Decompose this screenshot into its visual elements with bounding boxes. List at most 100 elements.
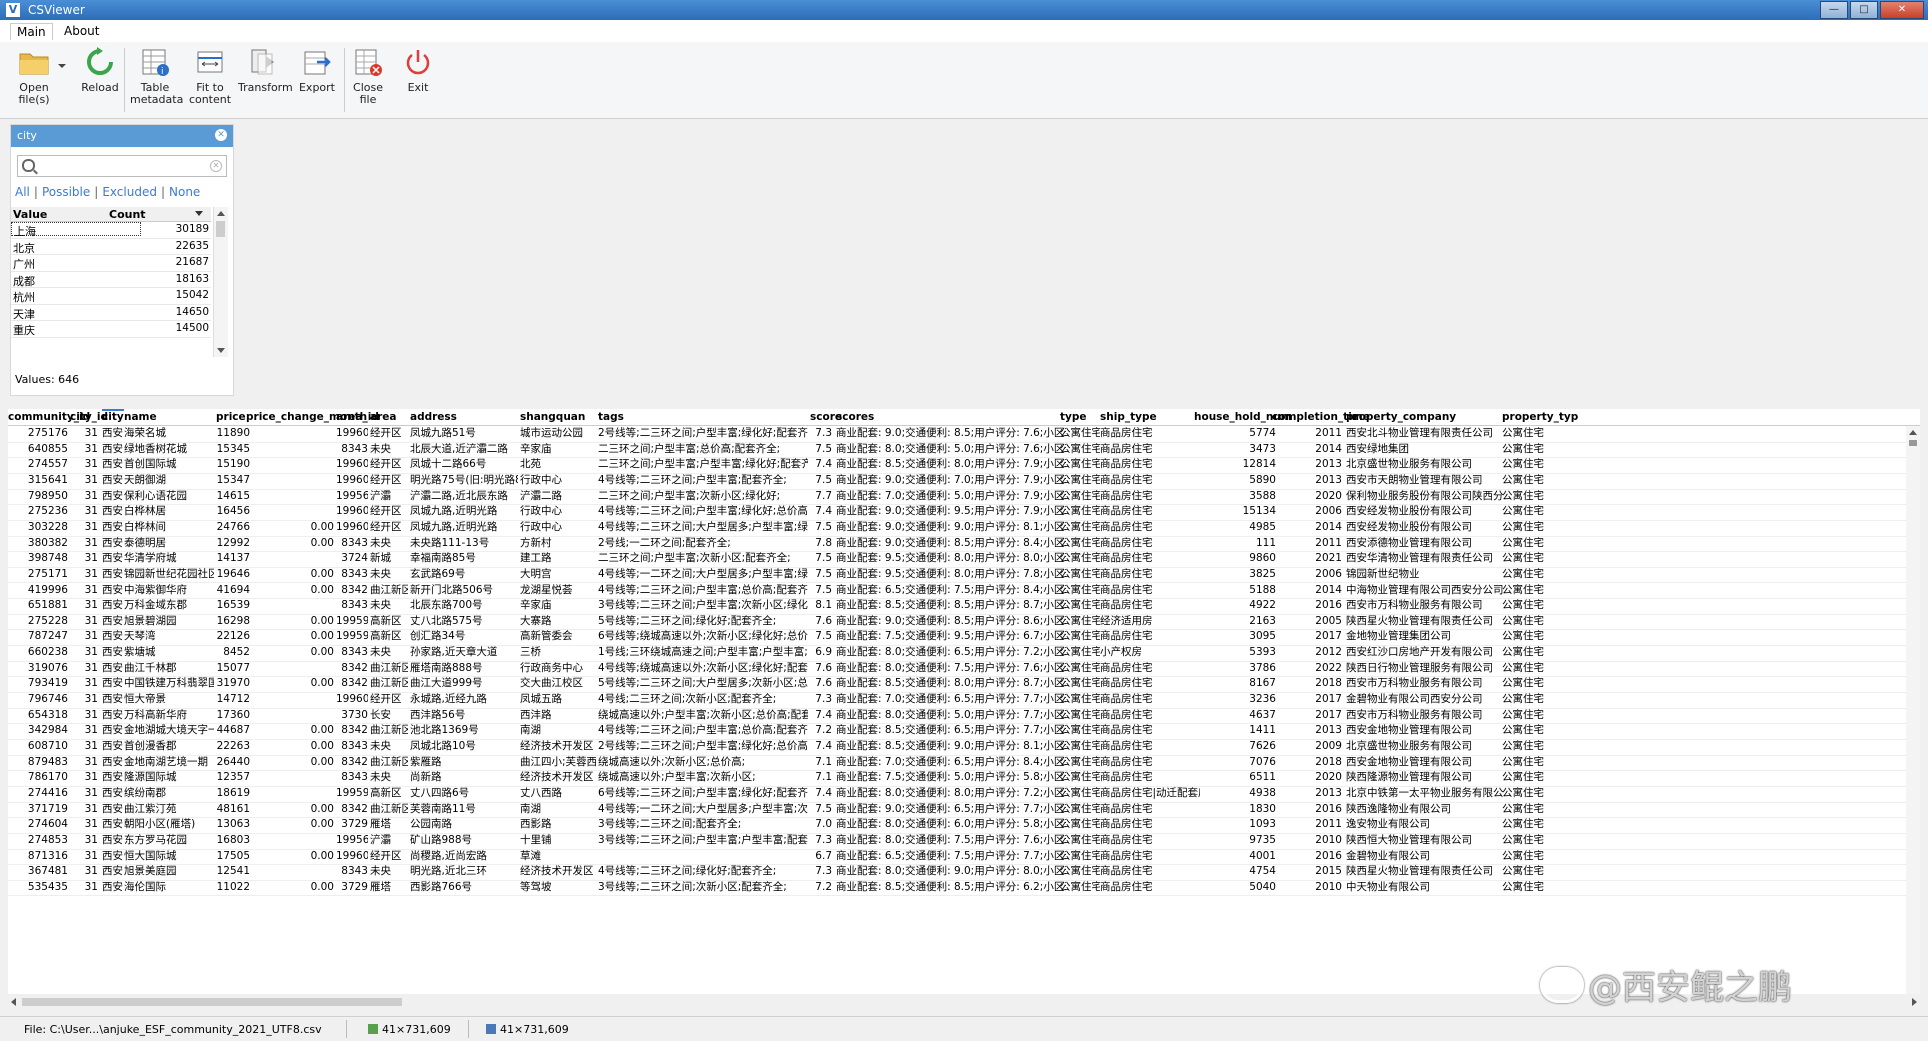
cell-city-id[interactable]: 31 — [70, 552, 98, 565]
cell-name[interactable]: 缤纷南郡 — [124, 787, 214, 800]
table-row[interactable]: 654318 31 西安 万科高新华府 17360 3730 长安 西沣路56号 西沣路 绕城高速… — [8, 708, 1920, 725]
cell-ship-type[interactable]: 商品房住宅 — [1100, 490, 1200, 503]
menu-about[interactable]: About — [58, 23, 105, 39]
cell-house-hold-num[interactable]: 9860 — [1194, 552, 1276, 565]
cell-city-id[interactable]: 31 — [70, 740, 98, 753]
cell-score[interactable]: 7.4 — [810, 787, 832, 800]
cell-ship-type[interactable]: 商品房住宅 — [1100, 474, 1200, 487]
filter-link-excluded[interactable]: Excluded — [102, 185, 157, 199]
open-files-button[interactable]: Open file(s) — [12, 44, 56, 106]
cell-name[interactable]: 旭景美庭园 — [124, 865, 214, 878]
cell-area-id[interactable]: 19960 — [336, 521, 368, 534]
cell-score[interactable]: 7.1 — [810, 771, 832, 784]
cell-house-hold-num[interactable]: 3236 — [1194, 693, 1276, 706]
cell-area[interactable]: 浐灞 — [370, 834, 408, 847]
cell-area[interactable]: 雁塔 — [370, 818, 408, 831]
cell-property-company[interactable]: 保利物业服务股份有限公司陕西分公司 — [1346, 490, 1504, 503]
cell-house-hold-num[interactable]: 9735 — [1194, 834, 1276, 847]
cell-house-hold-num[interactable]: 1411 — [1194, 724, 1276, 737]
cell-price-change-month[interactable]: 0.00 — [252, 537, 334, 550]
cell-tags[interactable]: 4号线等;二三环之间;绿化好;配套齐全; — [598, 865, 808, 878]
cell-tags[interactable]: 4号线等;绕城高速以外;次新小区;绿化好;配套齐全; — [598, 662, 808, 675]
cell-address[interactable]: 芙蓉南路11号 — [410, 803, 518, 816]
cell-score[interactable]: 7.5 — [810, 443, 832, 456]
cell-community-id[interactable]: 608710 — [8, 740, 68, 753]
cell-city-id[interactable]: 31 — [70, 458, 98, 471]
cell-tags[interactable]: 二三环之间;户型丰富;户型丰富;绿化好;配套齐全; — [598, 458, 808, 471]
cell-city[interactable]: 西安 — [102, 490, 124, 503]
cell-type[interactable]: 公寓住宅 — [1060, 850, 1100, 863]
cell-completion-time[interactable]: 2022 — [1278, 662, 1342, 675]
scroll-up-icon[interactable] — [1909, 430, 1917, 435]
cell-community-id[interactable]: 275236 — [8, 505, 68, 518]
cell-ship-type[interactable]: 商品房住宅 — [1100, 834, 1200, 847]
cell-completion-time[interactable]: 2012 — [1278, 646, 1342, 659]
cell-scores[interactable]: 商业配套: 8.5;交通便利: 9.0;用户评分: 8.1;小区环境: 7.0 — [836, 740, 1066, 753]
transform-button[interactable]: Transform — [238, 44, 293, 94]
cell-shangquan[interactable]: 三桥 — [520, 646, 596, 659]
cell-ship-type[interactable]: 商品房住宅 — [1100, 803, 1200, 816]
cell-city[interactable]: 西安 — [102, 787, 124, 800]
cell-shangquan[interactable]: 草滩 — [520, 850, 596, 863]
cell-tags[interactable]: 二三环之间;户型丰富;次新小区;绿化好; — [598, 490, 808, 503]
cell-property-company[interactable]: 西安市万科物业服务有限公司 — [1346, 677, 1504, 690]
cell-name[interactable]: 旭景碧湖园 — [124, 615, 214, 628]
cell-ship-type[interactable]: 商品房住宅 — [1100, 458, 1200, 471]
cell-ship-type[interactable]: 商品房住宅 — [1100, 505, 1200, 518]
cell-area[interactable]: 高新区 — [370, 630, 408, 643]
cell-type[interactable]: 公寓住宅 — [1060, 771, 1100, 784]
filter-search-input[interactable]: ✕ — [17, 155, 227, 177]
cell-property-company[interactable]: 金地物业管理集团公司 — [1346, 630, 1504, 643]
cell-area[interactable]: 未央 — [370, 443, 408, 456]
cell-score[interactable]: 7.4 — [810, 458, 832, 471]
cell-address[interactable]: 凤城九路51号 — [410, 427, 518, 440]
cell-type[interactable]: 公寓住宅 — [1060, 865, 1100, 878]
cell-tags[interactable]: 4号线等;二三环之间;大户型居多;户型丰富;绿化好;... — [598, 521, 808, 534]
scroll-thumb[interactable] — [1909, 440, 1917, 446]
cell-completion-time[interactable]: 2011 — [1278, 818, 1342, 831]
cell-address[interactable]: 尚新路 — [410, 771, 518, 784]
cell-area[interactable]: 经开区 — [370, 521, 408, 534]
cell-name[interactable]: 中海紫御华府 — [124, 584, 214, 597]
cell-property-typ[interactable]: 公寓住宅 — [1502, 787, 1562, 800]
cell-price[interactable]: 14137 — [216, 552, 250, 565]
cell-type[interactable]: 公寓住宅 — [1060, 740, 1100, 753]
cell-scores[interactable]: 商业配套: 9.0;交通便利: 8.5;用户评分: 7.6;小区环境: 6.5 — [836, 427, 1066, 440]
cell-type[interactable]: 公寓住宅 — [1060, 803, 1100, 816]
cell-scores[interactable]: 商业配套: 9.0;交通便利: 6.5;用户评分: 7.7;小区环境: 7.0 — [836, 803, 1066, 816]
cell-ship-type[interactable]: 商品房住宅 — [1100, 630, 1200, 643]
column-header-area[interactable]: area — [370, 411, 396, 423]
column-header-shangquan[interactable]: shangquan — [520, 411, 585, 423]
cell-property-typ[interactable]: 公寓住宅 — [1502, 803, 1562, 816]
filter-value-row[interactable]: 北京 22635 — [11, 239, 211, 255]
column-header-scores[interactable]: scores — [836, 411, 874, 423]
cell-price[interactable]: 41694 — [216, 584, 250, 597]
cell-score[interactable]: 7.0 — [810, 818, 832, 831]
close-filter-icon[interactable]: ✕ — [215, 129, 227, 141]
scroll-thumb[interactable] — [22, 998, 402, 1006]
cell-area-id[interactable]: 8343 — [336, 865, 368, 878]
cell-property-typ[interactable]: 公寓住宅 — [1502, 458, 1562, 471]
cell-community-id[interactable]: 380382 — [8, 537, 68, 550]
cell-completion-time[interactable]: 2006 — [1278, 505, 1342, 518]
cell-scores[interactable]: 商业配套: 7.0;交通便利: 6.5;用户评分: 8.4;小区环境: 6.5 — [836, 756, 1066, 769]
cell-type[interactable]: 公寓住宅 — [1060, 756, 1100, 769]
cell-shangquan[interactable]: 高新管委会 — [520, 630, 596, 643]
cell-ship-type[interactable]: 商品房住宅 — [1100, 443, 1200, 456]
cell-score[interactable]: 7.6 — [810, 677, 832, 690]
cell-city[interactable]: 西安 — [102, 818, 124, 831]
cell-area-id[interactable]: 19960 — [336, 427, 368, 440]
cell-tags[interactable]: 4号线等;二三环之间;户型丰富;配套齐全; — [598, 474, 808, 487]
cell-price[interactable]: 14615 — [216, 490, 250, 503]
cell-property-typ[interactable]: 公寓住宅 — [1502, 724, 1562, 737]
table-row[interactable]: 419996 31 西安 中海紫御华府 41694 0.00 8342 曲江新区 新开门北路50… — [8, 583, 1920, 600]
cell-completion-time[interactable]: 2017 — [1278, 630, 1342, 643]
cell-scores[interactable]: 商业配套: 9.0;交通便利: 8.5;用户评分: 8.4;小区环境: 6.5 — [836, 537, 1066, 550]
close-window-button[interactable]: ✕ — [1880, 1, 1924, 19]
cell-price[interactable]: 17360 — [216, 709, 250, 722]
cell-area-id[interactable]: 3729 — [336, 818, 368, 831]
cell-address[interactable]: 丈八四路6号 — [410, 787, 518, 800]
column-header-ship-type[interactable]: ship_type — [1100, 411, 1157, 423]
cell-score[interactable]: 7.3 — [810, 693, 832, 706]
cell-name[interactable]: 金地南湖艺境一期 — [124, 756, 214, 769]
